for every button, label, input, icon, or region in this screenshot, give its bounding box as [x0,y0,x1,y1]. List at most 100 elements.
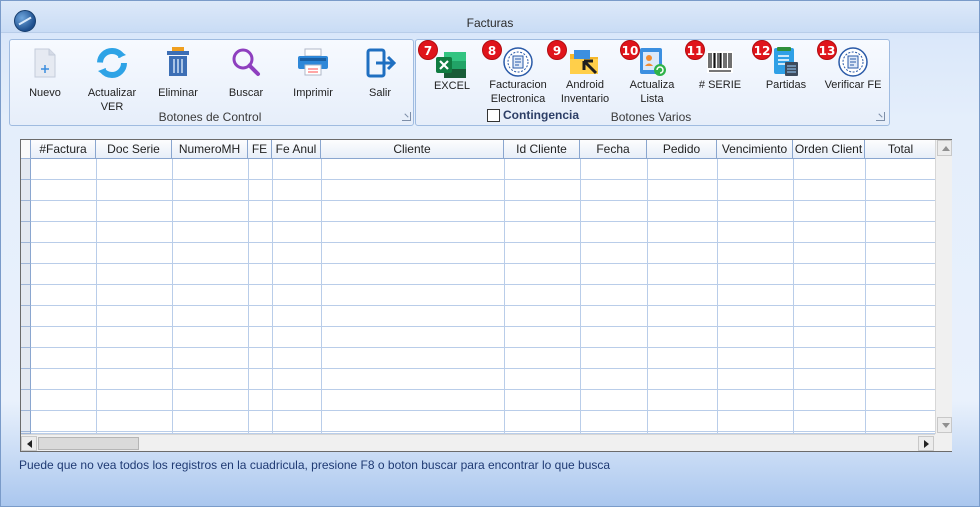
col-header-doc-serie[interactable]: Doc Serie [96,140,172,159]
grid-row-header[interactable] [21,306,31,327]
grid-row-line [31,263,935,264]
scroll-left-button[interactable] [21,436,37,451]
grid-row-line [31,179,935,180]
electronic-invoice-seal-icon [503,47,533,77]
contingencia-label: Contingencia [503,108,580,122]
title-bar: Facturas [1,1,979,33]
buscar-button[interactable]: Buscar [223,46,269,99]
verificar-label: Verificar FE [824,79,882,91]
new-document-icon [34,48,56,78]
chevron-up-icon [942,146,950,151]
actualiza-label-line2: Lista [640,93,664,105]
control-buttons-group: Nuevo Actualizar VER Eliminar Buscar Imp… [9,39,414,126]
col-header-orden-client[interactable]: Orden Client [793,140,865,159]
actualizar-label-line1: Actualizar [87,87,137,99]
col-header-numeromh[interactable]: NumeroMH [172,140,248,159]
buscar-label: Buscar [228,87,264,99]
grid-row-header[interactable] [21,348,31,369]
grid-row-line [31,347,935,348]
nuevo-label: Nuevo [29,87,61,99]
badge-10: 10 [620,40,640,60]
grid-data-area[interactable]: #Factura Doc Serie NumeroMH FE Fe Anul C… [21,140,935,434]
grid-row-line [31,431,935,432]
badge-13: 13 [817,40,837,60]
col-header-fecha[interactable]: Fecha [580,140,647,159]
badge-8: 8 [482,40,502,60]
grid-row-header[interactable] [21,222,31,243]
scroll-down-button[interactable] [937,417,952,433]
control-group-launcher-icon[interactable] [402,112,411,121]
grid-row-line [31,410,935,411]
chevron-left-icon [27,440,32,448]
grid-row-line [31,368,935,369]
grid-row-header[interactable] [21,411,31,432]
nuevo-button[interactable]: Nuevo [22,46,68,99]
chevron-down-icon [942,423,950,428]
update-list-icon [640,48,666,76]
imprimir-label: Imprimir [293,87,333,99]
chevron-right-icon [924,440,929,448]
contingencia-checkbox-box[interactable] [487,109,500,122]
grid-row-header[interactable] [21,285,31,306]
facturacion-label-line1: Facturacion [489,79,547,91]
grid-row-header[interactable] [21,180,31,201]
exit-door-icon [366,48,396,78]
grid-row-line [31,305,935,306]
col-header-factura[interactable]: #Factura [31,140,96,159]
grid-row-header[interactable] [21,243,31,264]
search-hint-text: Puede que no vea todos los registros en … [19,458,611,472]
calculator-list-icon [774,47,798,76]
badge-7: 7 [418,40,438,60]
grid-row-line [31,200,935,201]
horizontal-scrollbar[interactable] [21,434,935,451]
grid-row-line [31,221,935,222]
grid-row-header[interactable] [21,264,31,285]
partidas-label: Partidas [765,79,807,91]
excel-icon [436,52,466,78]
col-header-fe-anul[interactable]: Fe Anul [272,140,321,159]
control-group-label: Botones de Control [158,110,262,124]
grid-row-header[interactable] [21,369,31,390]
grid-row-line [31,284,935,285]
window-title: Facturas [466,16,514,30]
salir-label: Salir [368,87,391,99]
badge-12: 12 [752,40,772,60]
col-header-id-cliente[interactable]: Id Cliente [504,140,580,159]
folder-arrow-icon [570,50,598,75]
android-label-line1: Android [566,79,604,91]
grid-row-header[interactable] [21,327,31,348]
invoices-grid[interactable]: #Factura Doc Serie NumeroMH FE Fe Anul C… [20,139,952,452]
varios-group-launcher-icon[interactable] [876,112,885,121]
android-label-line2: Inventario [560,93,610,105]
col-header-pedido[interactable]: Pedido [647,140,717,159]
grid-row-header[interactable] [21,390,31,411]
scroll-up-button[interactable] [937,140,952,156]
printer-icon [298,48,328,76]
badge-11: 11 [685,40,705,60]
refresh-icon [97,48,127,78]
imprimir-button[interactable]: Imprimir [290,46,336,99]
varios-group-label: Botones Varios [610,110,692,124]
grid-corner-header [21,140,31,159]
grid-row-line [31,326,935,327]
col-header-vencimiento[interactable]: Vencimiento [717,140,793,159]
actualiza-label-line1: Actualiza [629,79,675,91]
excel-label: EXCEL [433,80,471,92]
barcode-icon [707,51,733,73]
grid-row-header[interactable] [21,159,31,180]
badge-9: 9 [547,40,567,60]
horizontal-scroll-thumb[interactable] [38,437,139,450]
salir-button[interactable]: Salir [357,46,403,99]
grid-row-line [31,242,935,243]
invoices-window: Facturas Nuevo Actualizar VER Eliminar B… [0,0,980,507]
scroll-right-button[interactable] [918,436,934,451]
actualizar-ver-button[interactable]: Actualizar VER [82,46,142,113]
trash-icon [167,47,189,76]
col-header-fe[interactable]: FE [248,140,272,159]
col-header-total[interactable]: Total [865,140,935,159]
vertical-scrollbar[interactable] [935,140,952,434]
eliminar-label: Eliminar [158,87,198,99]
col-header-cliente[interactable]: Cliente [321,140,504,159]
grid-row-header[interactable] [21,201,31,222]
eliminar-button[interactable]: Eliminar [155,46,201,99]
